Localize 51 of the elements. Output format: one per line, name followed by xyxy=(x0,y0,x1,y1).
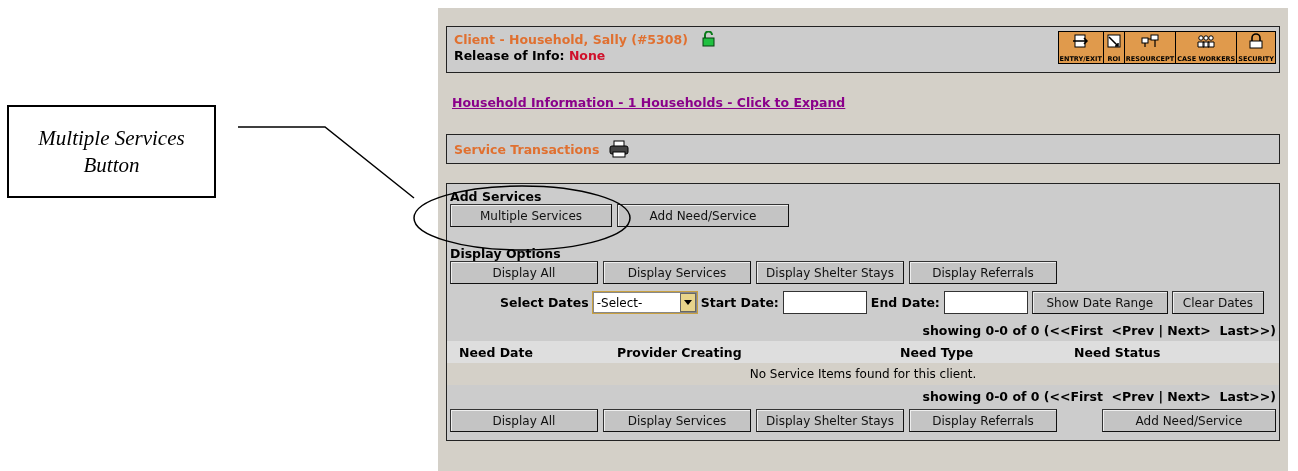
pager-separator: | xyxy=(1158,388,1163,404)
display-button[interactable]: Display Referrals xyxy=(909,261,1057,284)
display-button[interactable]: Display Services xyxy=(603,409,751,432)
empty-message: No Service Items found for this client. xyxy=(749,367,977,381)
display-button[interactable]: Display Services xyxy=(603,261,751,284)
pager-link[interactable]: Last>> xyxy=(1219,322,1271,338)
display-button[interactable]: Display All xyxy=(450,261,598,284)
padlock-icon xyxy=(701,31,715,47)
column-header: Need Status xyxy=(1074,344,1161,360)
field-label: Select Dates xyxy=(500,295,589,310)
column-header: Need Type xyxy=(900,344,974,360)
pager-link[interactable]: <Prev xyxy=(1111,322,1155,338)
pager-link[interactable]: Last>> xyxy=(1219,388,1271,404)
display-button[interactable]: Display Shelter Stays xyxy=(756,261,904,284)
display-button[interactable]: Display Shelter Stays xyxy=(756,409,904,432)
release-info: Release of Info: None xyxy=(454,48,606,63)
pager-link[interactable]: Next> xyxy=(1167,322,1211,338)
clear-dates-button[interactable]: Clear Dates xyxy=(1171,291,1264,314)
pager-separator: | xyxy=(1158,322,1163,338)
household-link[interactable]: Household Information - 1 Households - Click to Expand xyxy=(452,95,846,110)
add-need-button[interactable]: Add Need/Service xyxy=(1102,409,1276,432)
pager-summary: showing 0-0 of 0 ( xyxy=(922,388,1050,404)
callout-text: Multiple Services Button xyxy=(37,124,186,179)
section-label: Add Services xyxy=(450,190,543,204)
pager-link[interactable]: <<First xyxy=(1049,388,1103,404)
flowchart-icon xyxy=(1141,33,1160,49)
field-label: Start Date: xyxy=(700,295,779,310)
display-button[interactable]: Display Referrals xyxy=(909,409,1057,432)
add-need-button[interactable]: Add Need/Service xyxy=(617,204,789,227)
people-icon xyxy=(1197,33,1216,49)
printer-icon[interactable] xyxy=(609,140,630,158)
pager-close: ) xyxy=(1270,322,1276,338)
section-title: Service Transactions xyxy=(454,141,600,157)
pager-link[interactable]: <Prev xyxy=(1111,388,1155,404)
date-select[interactable]: -Select- xyxy=(592,292,697,313)
end-date-field[interactable] xyxy=(943,291,1028,314)
start-date-field[interactable] xyxy=(782,291,867,314)
pager-link[interactable]: <<First xyxy=(1049,322,1103,338)
section-label: Display Options xyxy=(450,247,562,261)
column-header: Need Date xyxy=(459,344,533,360)
field-label: End Date: xyxy=(870,295,940,310)
dropdown-arrow-icon xyxy=(683,300,692,305)
pager-summary: showing 0-0 of 0 ( xyxy=(922,322,1050,338)
pager-link[interactable]: Next> xyxy=(1167,388,1211,404)
multiple-services-button[interactable]: Multiple Services xyxy=(450,204,612,227)
display-button[interactable]: Display All xyxy=(450,409,598,432)
column-header: Provider Creating xyxy=(617,344,742,360)
client-title: Client - Household, Sally (#5308) xyxy=(454,31,688,47)
arrow-into-box-icon xyxy=(1071,33,1090,49)
show-range-button[interactable]: Show Date Range xyxy=(1031,291,1168,314)
pager-close: ) xyxy=(1270,388,1276,404)
